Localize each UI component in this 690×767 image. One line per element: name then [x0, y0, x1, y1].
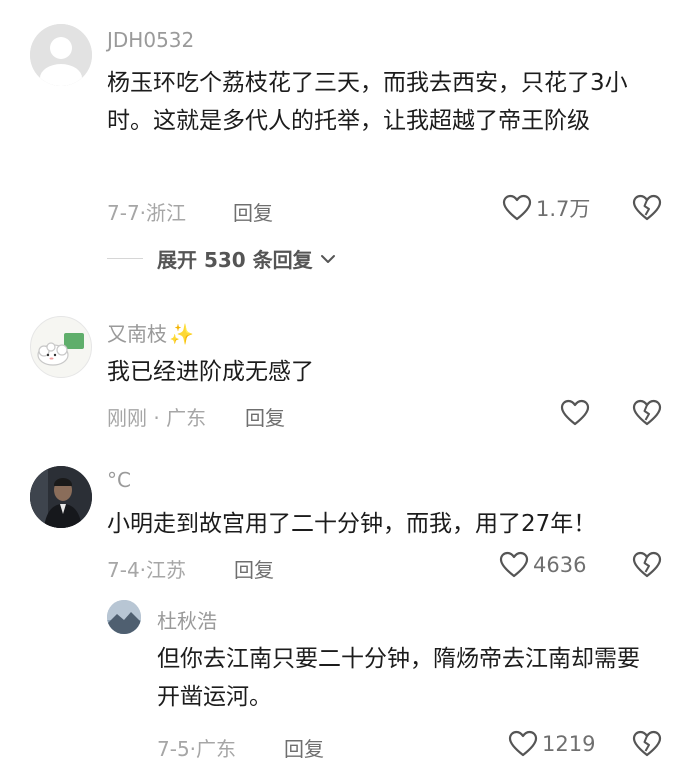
- username-text: 又南枝: [107, 322, 167, 346]
- heart-outline-icon: [508, 730, 538, 757]
- dislike-button[interactable]: [632, 730, 662, 762]
- comment-location: 浙江: [146, 201, 187, 225]
- comment-location: 广东: [166, 406, 207, 430]
- username[interactable]: °C: [107, 468, 131, 492]
- reply-text: 但你去江南只要二十分钟，隋炀帝去江南却需要开凿运河。: [157, 646, 640, 710]
- comment-meta: 7-7·浙江: [107, 197, 186, 226]
- heart-outline-icon: [499, 551, 529, 578]
- chevron-down-icon: [320, 254, 335, 263]
- dislike-button[interactable]: [632, 399, 662, 431]
- comment-text: 我已经进阶成无感了: [107, 359, 314, 385]
- avatar[interactable]: [30, 24, 92, 86]
- avatar[interactable]: [30, 316, 92, 378]
- reply-button[interactable]: 回复: [245, 402, 285, 431]
- heart-outline-icon: [560, 399, 590, 426]
- reply-button[interactable]: 回复: [284, 733, 324, 762]
- reply-button[interactable]: 回复: [234, 554, 274, 583]
- username[interactable]: 杜秋浩: [157, 605, 217, 634]
- like-button[interactable]: 1219: [508, 730, 595, 758]
- dislike-button[interactable]: [632, 551, 662, 583]
- like-button[interactable]: 4636: [499, 551, 586, 579]
- comment-meta: 7-5·广东: [157, 733, 236, 762]
- user-photo-icon: [30, 466, 92, 528]
- meta-separator: ·: [147, 406, 167, 430]
- expand-replies-button[interactable]: 展开 530 条回复: [107, 244, 337, 273]
- broken-heart-icon: [632, 194, 662, 221]
- comment-meta: 刚刚 · 广东: [107, 402, 206, 431]
- like-button[interactable]: [560, 399, 594, 427]
- like-count: 1.7万: [536, 197, 591, 221]
- username[interactable]: 又南枝 ✨: [107, 318, 194, 347]
- comment-meta: 7-4·江苏: [107, 554, 186, 583]
- reply-button[interactable]: 回复: [233, 197, 273, 226]
- default-avatar-icon: [30, 24, 92, 86]
- comment-text: 杨玉环吃个荔枝花了三天，而我去西安，只花了3小时。这就是多代人的托举，让我超越了…: [107, 70, 628, 134]
- mountain-avatar-icon: [107, 600, 141, 634]
- sparkle-icon: ✨: [169, 322, 194, 346]
- broken-heart-icon: [632, 399, 662, 426]
- comment-location: 广东: [196, 737, 237, 761]
- sheep-avatar-icon: [37, 333, 84, 366]
- username[interactable]: JDH0532: [107, 28, 194, 52]
- heart-outline-icon: [502, 194, 532, 221]
- comment-date: 7-5: [157, 737, 190, 761]
- like-count: 4636: [533, 553, 587, 577]
- comment-date: 刚刚: [107, 406, 147, 430]
- dislike-button[interactable]: [632, 194, 662, 226]
- broken-heart-icon: [632, 551, 662, 578]
- expand-replies-label: 展开 530 条回复: [157, 248, 313, 272]
- avatar[interactable]: [107, 600, 141, 634]
- like-count: 1219: [542, 732, 596, 756]
- broken-heart-icon: [632, 730, 662, 757]
- like-button[interactable]: 1.7万: [502, 193, 590, 223]
- avatar[interactable]: [30, 466, 92, 528]
- comment-location: 江苏: [146, 558, 187, 582]
- comment-date: 7-7: [107, 201, 140, 225]
- comment-text: 小明走到故宫用了二十分钟，而我，用了27年！: [107, 511, 597, 537]
- expand-divider: [107, 258, 143, 259]
- comment-date: 7-4: [107, 558, 140, 582]
